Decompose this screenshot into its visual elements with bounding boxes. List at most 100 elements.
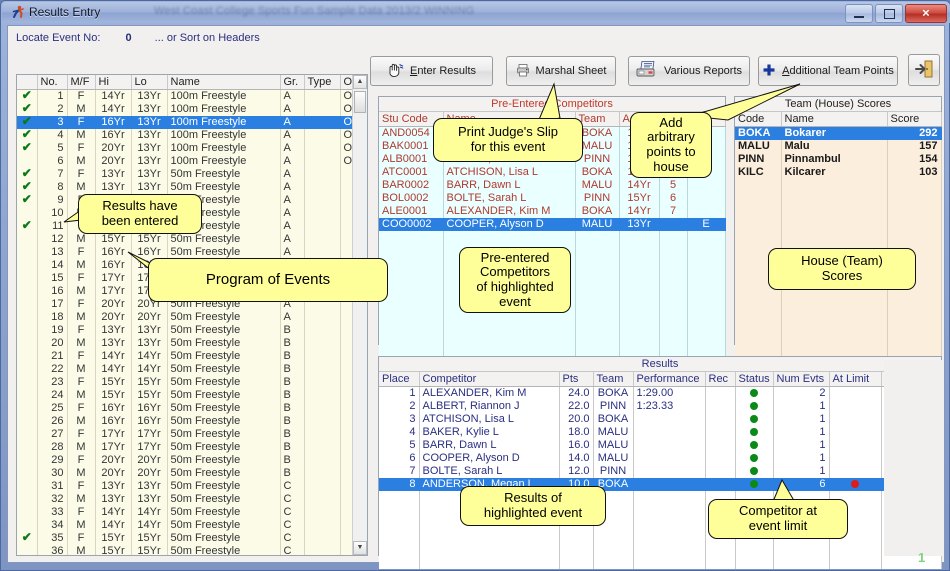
- empty-cell: [575, 270, 620, 283]
- enter-results-label: Enter Results: [409, 65, 477, 77]
- table-row[interactable]: ✔2M14Yr13Yr100m FreestyleAOpen: [17, 103, 353, 116]
- table-row[interactable]: ✔1F14Yr13Yr100m FreestyleAOpen: [17, 89, 353, 103]
- event-gender: M: [67, 155, 96, 168]
- table-row[interactable]: BOKA Bokarer 292: [735, 126, 942, 140]
- column-header-place[interactable]: Place: [379, 372, 420, 387]
- results-header-row[interactable]: Place Competitor Pts Team Performance Rec Stat…: [379, 372, 942, 387]
- column-header-hi[interactable]: Hi: [95, 75, 132, 90]
- table-row[interactable]: 26 M 16Yr 16Yr 50m Freestyle B: [17, 415, 353, 428]
- scroll-down-icon[interactable]: ▼: [353, 541, 367, 555]
- event-age-hi: 13Yr: [95, 168, 132, 181]
- table-row[interactable]: 3ATCHISON, Lisa L20.0BOKA120.0: [379, 413, 942, 426]
- table-row[interactable]: 31 F 13Yr 13Yr 50m Freestyle C: [17, 480, 353, 493]
- check-icon: ✔: [21, 194, 32, 206]
- column-header-rec[interactable]: Rec: [705, 372, 736, 387]
- team-scores-body[interactable]: BOKA Bokarer 292 MALU Malu 157 PINN Pinnambul 15…: [735, 126, 942, 361]
- exit-button[interactable]: [908, 54, 940, 86]
- empty-cell: [379, 491, 420, 504]
- table-row[interactable]: 21 F 14Yr 14Yr 50m Freestyle B: [17, 350, 353, 363]
- table-row[interactable]: 23 F 15Yr 15Yr 50m Freestyle B: [17, 376, 353, 389]
- column-header-team[interactable]: Team: [593, 372, 634, 387]
- event-age-lo: 13Yr: [131, 493, 168, 506]
- column-header-m-f[interactable]: M/F: [67, 75, 96, 90]
- table-row[interactable]: ✔ 8 M 13Yr 13Yr 50m Freestyle A: [17, 181, 353, 194]
- table-row[interactable]: 7BOLTE, Sarah L12.0PINN112.0: [379, 465, 942, 478]
- table-row[interactable]: 25 F 16Yr 16Yr 50m Freestyle B: [17, 402, 353, 415]
- program-of-events-scrollbar[interactable]: ▲ ▼: [352, 75, 367, 555]
- results-entered-tick: ✔: [17, 194, 38, 207]
- table-row[interactable]: 6COOPER, Alyson D14.0MALU114.0: [379, 452, 942, 465]
- column-header-num-evts[interactable]: Num Evts: [773, 372, 830, 387]
- competitor-name: ATCHISON, Lisa L: [443, 166, 576, 179]
- column-header-name[interactable]: Name: [167, 75, 281, 90]
- table-row[interactable]: BAR0002 BARR, Dawn L MALU 14Yr 5: [379, 179, 726, 192]
- result-place: 8: [379, 478, 420, 491]
- event-gender: M: [67, 181, 96, 194]
- table-row[interactable]: 19 F 13Yr 13Yr 50m Freestyle B: [17, 324, 353, 337]
- table-row[interactable]: ✔ 35 F 15Yr 15Yr 50m Freestyle C: [17, 532, 353, 545]
- competitor-events: 6: [659, 192, 688, 205]
- table-row[interactable]: 32 M 13Yr 13Yr 50m Freestyle C: [17, 493, 353, 506]
- table-row[interactable]: 18 M 20Yr 20Yr 50m Freestyle A: [17, 311, 353, 324]
- column-header-type[interactable]: Type: [304, 75, 341, 90]
- table-row[interactable]: 34 M 14Yr 14Yr 50m Freestyle C: [17, 519, 353, 532]
- minimize-button[interactable]: [845, 4, 873, 23]
- table-row[interactable]: MALU Malu 157: [735, 140, 942, 153]
- results-body[interactable]: 1ALEXANDER, Kim M24.0BOKA1:29.00248.02AL…: [379, 386, 942, 569]
- table-row[interactable]: ✔4M16Yr13Yr100m FreestyleAOpen: [17, 129, 353, 142]
- table-row[interactable]: 1ALEXANDER, Kim M24.0BOKA1:29.00248.0: [379, 386, 942, 400]
- team-score: 157: [887, 140, 942, 153]
- empty-cell: [687, 257, 726, 270]
- table-row[interactable]: 27 F 17Yr 17Yr 50m Freestyle B: [17, 428, 353, 441]
- column-header-pts[interactable]: Pts: [559, 372, 594, 387]
- table-row[interactable]: KILC Kilcarer 103: [735, 166, 942, 179]
- table-row[interactable]: 36 M 15Yr 15Yr 50m Freestyle C: [17, 545, 353, 555]
- empty-cell: [633, 491, 706, 504]
- empty-cell: [379, 335, 444, 348]
- table-row[interactable]: ✔ 7 F 13Yr 13Yr 50m Freestyle A: [17, 168, 353, 181]
- event-age-lo: 13Yr: [131, 337, 168, 350]
- scroll-up-icon[interactable]: ▲: [353, 75, 367, 89]
- locate-event-input[interactable]: 0: [125, 32, 131, 44]
- table-row[interactable]: 6M20Yr13Yr100m FreestyleAOpen: [17, 155, 353, 168]
- table-row[interactable]: 5BARR, Dawn L16.0MALU116.0: [379, 439, 942, 452]
- column-header-lo[interactable]: Lo: [131, 75, 168, 90]
- table-row[interactable]: 30 M 20Yr 20Yr 50m Freestyle B: [17, 467, 353, 480]
- column-header-no-[interactable]: No.: [37, 75, 68, 90]
- table-row[interactable]: ALE0001 ALEXANDER, Kim M BOKA 14Yr 7: [379, 205, 726, 218]
- column-header-blank[interactable]: [17, 75, 38, 90]
- table-row[interactable]: BOL0002 BOLTE, Sarah L PINN 15Yr 6: [379, 192, 726, 205]
- enter-results-button[interactable]: Enter Results: [370, 56, 493, 86]
- column-header-score[interactable]: Score: [887, 112, 942, 127]
- event-type: [304, 467, 341, 480]
- table-row[interactable]: 24 M 15Yr 15Yr 50m Freestyle B: [17, 389, 353, 402]
- locate-event-label: Locate Event No:: [16, 32, 101, 44]
- column-header-at-limit[interactable]: At Limit: [829, 372, 882, 387]
- scroll-thumb[interactable]: [354, 91, 366, 113]
- event-gender: M: [67, 415, 96, 428]
- table-row[interactable]: 33 F 14Yr 14Yr 50m Freestyle C: [17, 506, 353, 519]
- empty-cell: [419, 556, 560, 569]
- table-row[interactable]: ✔3F16Yr13Yr100m FreestyleAOpen: [17, 116, 353, 129]
- close-button[interactable]: ✕: [905, 4, 947, 23]
- table-row[interactable]: 2ALBERT, Riannon J22.0PINN1:23.33122.0: [379, 400, 942, 413]
- program-of-events-body[interactable]: ✔1F14Yr13Yr100m FreestyleAOpen✔2M14Yr13Y…: [17, 89, 353, 555]
- table-row[interactable]: 28 M 17Yr 17Yr 50m Freestyle B: [17, 441, 353, 454]
- table-row[interactable]: COO0002 COOPER, Alyson D MALU 13Yr E: [379, 218, 726, 231]
- program-of-events-header-row[interactable]: No.M/FHiLoNameGr.TypeOpen: [17, 75, 353, 90]
- table-row[interactable]: ✔5F20Yr13Yr100m FreestyleAOpen: [17, 142, 353, 155]
- maximize-button[interactable]: [875, 4, 903, 23]
- table-row[interactable]: PINN Pinnambul 154: [735, 153, 942, 166]
- column-header-competitor[interactable]: Competitor: [419, 372, 560, 387]
- event-number: 27: [37, 428, 68, 441]
- column-header-status[interactable]: Status: [735, 372, 774, 387]
- column-header-performance[interactable]: Performance: [633, 372, 706, 387]
- table-row[interactable]: 4BAKER, Kylie L18.0MALU118.0: [379, 426, 942, 439]
- table-row[interactable]: 20 M 13Yr 13Yr 50m Freestyle B: [17, 337, 353, 350]
- table-row[interactable]: 29 F 20Yr 20Yr 50m Freestyle B: [17, 454, 353, 467]
- event-age-hi: 14Yr: [95, 350, 132, 363]
- event-age-lo: 16Yr: [131, 402, 168, 415]
- column-header-gr-[interactable]: Gr.: [280, 75, 305, 90]
- table-row[interactable]: 22 M 14Yr 14Yr 50m Freestyle B: [17, 363, 353, 376]
- table-row[interactable]: 12 M 15Yr 15Yr 50m Freestyle A: [17, 233, 353, 246]
